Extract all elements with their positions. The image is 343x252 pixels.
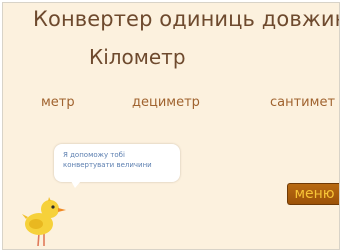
assistant-message-line-2: конвертувати величини (63, 161, 152, 169)
menu-button[interactable]: меню (287, 183, 339, 205)
speech-bubble-tail (71, 181, 81, 188)
unit-option-detsimetr[interactable]: дециметр (132, 95, 200, 110)
unit-option-metr[interactable]: метр (41, 95, 75, 110)
assistant-message-line-1: Я допоможу тобі (63, 151, 125, 159)
unit-option-santymetr[interactable]: сантимет (270, 95, 335, 110)
current-unit-title: Кілометр (89, 45, 186, 69)
app-canvas: Конвертер одиниць довжини Кілометр метр … (2, 2, 340, 250)
assistant-speech-bubble: Я допоможу тобі конвертувати величини (54, 144, 180, 182)
app-title: Конвертер одиниць довжини (33, 7, 340, 31)
chick-icon (22, 197, 66, 247)
